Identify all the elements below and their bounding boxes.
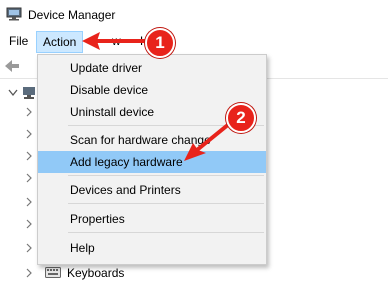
collapse-chevron-icon[interactable] [8, 89, 18, 97]
expand-chevron-icon[interactable] [25, 197, 33, 207]
menu-separator [68, 175, 264, 176]
menu-separator [68, 232, 264, 233]
title-bar: Device Manager [0, 0, 388, 30]
expand-chevron-icon[interactable] [25, 151, 33, 161]
menu-separator [68, 203, 264, 204]
menu-item-disable-device[interactable]: Disable device [38, 79, 266, 101]
menu-item-scan-hardware[interactable]: Scan for hardware change [38, 129, 266, 151]
action-menu: Update driver Disable device Uninstall d… [37, 54, 267, 265]
step-2-badge: 2 [226, 103, 256, 133]
window-title: Device Manager [28, 8, 116, 22]
menu-item-help[interactable]: Help [38, 237, 266, 259]
device-manager-icon [6, 7, 22, 21]
menu-action[interactable]: Action [36, 31, 84, 53]
expand-chevron-icon[interactable] [25, 268, 33, 278]
expand-chevron-icon[interactable] [25, 219, 33, 229]
keyboard-icon [45, 267, 61, 278]
back-arrow-icon[interactable] [4, 59, 20, 73]
menu-bar: File Action w H [0, 30, 388, 54]
menu-item-update-driver[interactable]: Update driver [38, 57, 266, 79]
menu-view[interactable]: w [106, 30, 127, 52]
expand-chevron-icon[interactable] [25, 173, 33, 183]
expand-chevron-icon[interactable] [25, 243, 33, 253]
tree-item-label: Keyboards [67, 266, 125, 280]
computer-icon [23, 87, 35, 99]
menu-item-properties[interactable]: Properties [38, 208, 266, 230]
step-1-badge: 1 [145, 28, 175, 58]
menu-item-devices-printers[interactable]: Devices and Printers [38, 179, 266, 201]
menu-file[interactable]: File [3, 30, 34, 52]
expand-chevron-icon[interactable] [25, 107, 33, 117]
menu-item-add-legacy-hardware[interactable]: Add legacy hardware [38, 151, 266, 173]
expand-chevron-icon[interactable] [25, 129, 33, 139]
